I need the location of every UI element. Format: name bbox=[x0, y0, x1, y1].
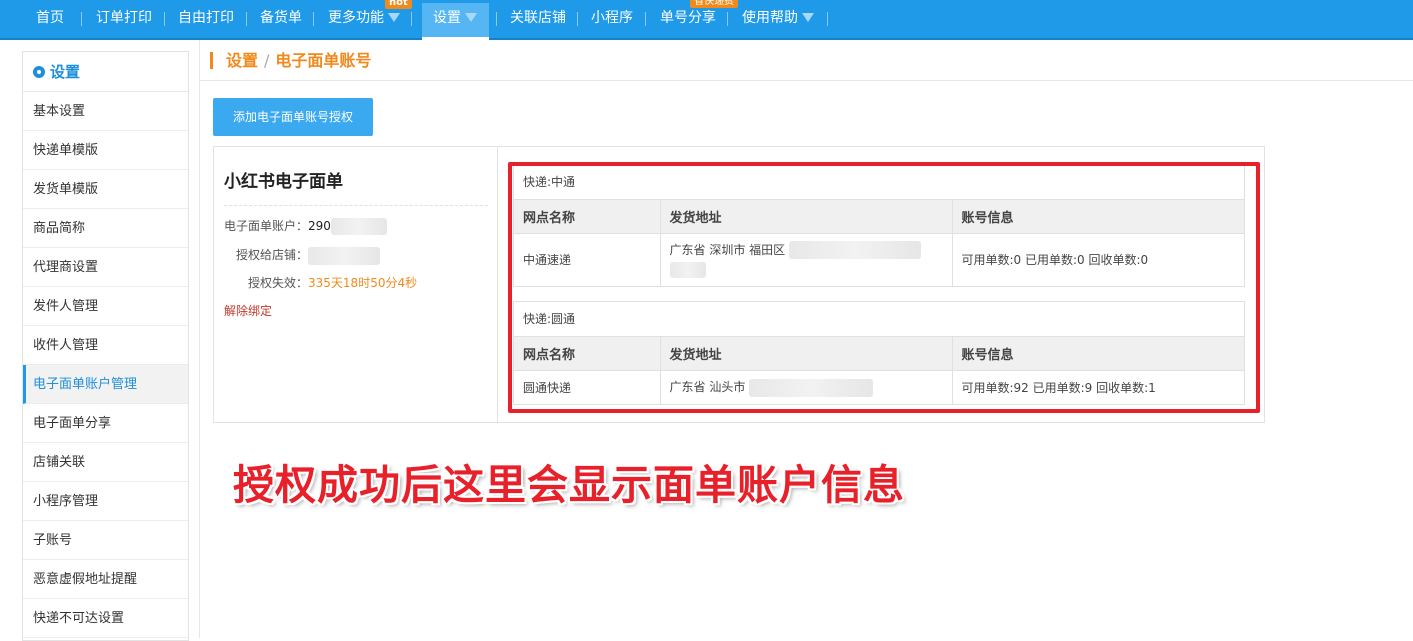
sidebar-item-product-alias[interactable]: 商品简称 bbox=[23, 209, 188, 248]
nav-item-order-print[interactable]: 订单打印 bbox=[96, 0, 152, 36]
settings-sidebar: 设置 基本设置 快递单模版 发货单模版 商品简称 代理商设置 发件人管理 收件人… bbox=[22, 51, 189, 641]
redacted-blur bbox=[788, 241, 921, 260]
sidebar-item-sub-accounts[interactable]: 子账号 bbox=[23, 521, 188, 560]
breadcrumb: 设置 / 电子面单账号 bbox=[210, 48, 371, 74]
sidebar-item-eorder-share[interactable]: 电子面单分享 bbox=[23, 404, 188, 443]
account-id-value: 290 bbox=[308, 219, 331, 233]
nav-divider bbox=[164, 12, 165, 26]
redacted-blur bbox=[330, 218, 387, 235]
express-caption: 快递:圆通 bbox=[523, 312, 576, 326]
address-text: 广东省 汕头市 bbox=[669, 380, 746, 394]
account-info: 可用单数:92 已用单数:9 回收单数:1 bbox=[952, 370, 1244, 404]
nav-item-stock-list[interactable]: 备货单 bbox=[260, 0, 302, 36]
expire-row: 授权失效：335天18时50分4秒 bbox=[248, 274, 417, 291]
sidebar-item-basic-settings[interactable]: 基本设置 bbox=[23, 92, 188, 131]
redacted-blur bbox=[669, 262, 706, 279]
breadcrumb-parent[interactable]: 设置 bbox=[226, 51, 258, 70]
nav-divider bbox=[727, 12, 728, 26]
sidebar-item-eorder-accounts[interactable]: 电子面单账户管理 bbox=[23, 365, 188, 404]
nav-divider bbox=[577, 12, 578, 26]
sidebar-item-invoice-template[interactable]: 发货单模版 bbox=[23, 170, 188, 209]
nav-divider bbox=[81, 12, 82, 26]
col-header-address: 发货地址 bbox=[660, 336, 953, 371]
address-cell: 广东省 汕头市 bbox=[660, 370, 953, 404]
sidebar-item-recipient-management[interactable]: 收件人管理 bbox=[23, 326, 188, 365]
col-header-account-info: 账号信息 bbox=[952, 199, 1244, 234]
table-header-row: 网点名称 发货地址 账号信息 bbox=[514, 336, 1244, 371]
col-header-account-info: 账号信息 bbox=[952, 336, 1244, 371]
address-cell: 广东省 深圳市 福田区 bbox=[660, 233, 953, 286]
nav-divider bbox=[496, 12, 497, 26]
nav-item-more-label: 更多功能 bbox=[328, 10, 384, 26]
dropdown-arrow-icon bbox=[465, 13, 477, 22]
sidebar-item-shop-link[interactable]: 店铺关联 bbox=[23, 443, 188, 482]
express-table-zto: 快递:中通 网点名称 发货地址 账号信息 中通速递 广东省 深圳市 福田区 可用… bbox=[513, 164, 1245, 287]
expire-label: 授权失效： bbox=[248, 276, 309, 290]
dropdown-arrow-icon bbox=[388, 13, 400, 22]
sidebar-title: 设置 bbox=[23, 52, 188, 92]
header-divider bbox=[200, 80, 1413, 81]
nav-item-settings-label: 设置 bbox=[433, 10, 461, 26]
branch-name: 圆通快递 bbox=[514, 370, 661, 404]
card-divider bbox=[224, 205, 488, 206]
col-header-address: 发货地址 bbox=[660, 199, 953, 234]
top-nav: 首页 订单打印 自由打印 备货单 更多功能 hot 设置 关联店铺 小程序 单号… bbox=[0, 0, 1413, 40]
table-header-row: 网点名称 发货地址 账号信息 bbox=[514, 199, 1244, 234]
save-shipping-badge: 省快递费 bbox=[690, 0, 738, 8]
nav-item-help[interactable]: 使用帮助 bbox=[742, 0, 814, 36]
express-caption: 快递:中通 bbox=[523, 175, 576, 189]
nav-divider bbox=[645, 12, 646, 26]
sidebar-item-fake-address-alert[interactable]: 恶意虚假地址提醒 bbox=[23, 560, 188, 599]
sidebar-item-unreachable-settings[interactable]: 快递不可达设置 bbox=[23, 599, 188, 638]
unbind-link[interactable]: 解除绑定 bbox=[224, 302, 272, 319]
account-id-row: 电子面单账户：290 bbox=[224, 217, 387, 235]
nav-item-settings[interactable]: 设置 bbox=[433, 0, 477, 36]
table-row: 圆通快递 广东省 汕头市 可用单数:92 已用单数:9 回收单数:1 bbox=[514, 370, 1244, 404]
expire-countdown: 335天18时50分4秒 bbox=[308, 276, 418, 290]
breadcrumb-accent-bar bbox=[210, 52, 213, 69]
sidebar-item-agent-settings[interactable]: 代理商设置 bbox=[23, 248, 188, 287]
nav-divider bbox=[246, 12, 247, 26]
redacted-blur bbox=[308, 246, 381, 265]
gear-icon bbox=[33, 66, 45, 78]
annotation-caption: 授权成功后这里会显示面单账户信息 bbox=[233, 461, 905, 509]
authorized-shop-row: 授权给店铺： bbox=[236, 246, 381, 265]
account-id-label: 电子面单账户： bbox=[224, 219, 309, 233]
breadcrumb-separator: / bbox=[264, 51, 270, 70]
branch-name: 中通速递 bbox=[514, 233, 661, 286]
express-table: 网点名称 发货地址 账号信息 中通速递 广东省 深圳市 福田区 可用单数:0 已… bbox=[514, 199, 1244, 286]
sidebar-divider bbox=[199, 40, 200, 638]
nav-item-mini-program[interactable]: 小程序 bbox=[591, 0, 633, 36]
nav-divider bbox=[411, 12, 412, 26]
sidebar-title-label: 设置 bbox=[50, 63, 81, 81]
address-text: 广东省 深圳市 福田区 bbox=[669, 242, 786, 257]
account-info: 可用单数:0 已用单数:0 回收单数:0 bbox=[952, 233, 1244, 286]
sidebar-item-express-template[interactable]: 快递单模版 bbox=[23, 131, 188, 170]
col-header-branch: 网点名称 bbox=[514, 199, 661, 234]
nav-item-linked-shops[interactable]: 关联店铺 bbox=[510, 0, 566, 36]
sidebar-item-sender-management[interactable]: 发件人管理 bbox=[23, 287, 188, 326]
nav-divider bbox=[827, 12, 828, 26]
hot-badge: hot bbox=[385, 0, 412, 9]
nav-divider bbox=[313, 12, 314, 26]
nav-item-home[interactable]: 首页 bbox=[36, 0, 64, 36]
add-eorder-authorization-button[interactable]: 添加电子面单账号授权 bbox=[213, 98, 373, 136]
breadcrumb-current: 电子面单账号 bbox=[275, 51, 372, 70]
nav-item-help-label: 使用帮助 bbox=[742, 10, 798, 26]
account-card-title: 小红书电子面单 bbox=[224, 172, 343, 192]
sidebar-item-mini-program[interactable]: 小程序管理 bbox=[23, 482, 188, 521]
express-table: 网点名称 发货地址 账号信息 圆通快递 广东省 汕头市 可用单数:92 已用单数… bbox=[514, 336, 1244, 404]
express-table-yto: 快递:圆通 网点名称 发货地址 账号信息 圆通快递 广东省 汕头市 可用单数:9… bbox=[513, 301, 1245, 405]
nav-item-free-print[interactable]: 自由打印 bbox=[178, 0, 234, 36]
account-card: 小红书电子面单 电子面单账户：290 授权给店铺： 授权失效：335天18时50… bbox=[214, 147, 498, 422]
authorized-shop-label: 授权给店铺： bbox=[236, 248, 309, 262]
redacted-blur bbox=[749, 378, 874, 397]
dropdown-arrow-icon bbox=[802, 13, 814, 22]
col-header-branch: 网点名称 bbox=[514, 336, 661, 371]
table-row: 中通速递 广东省 深圳市 福田区 可用单数:0 已用单数:0 回收单数:0 bbox=[514, 233, 1244, 286]
